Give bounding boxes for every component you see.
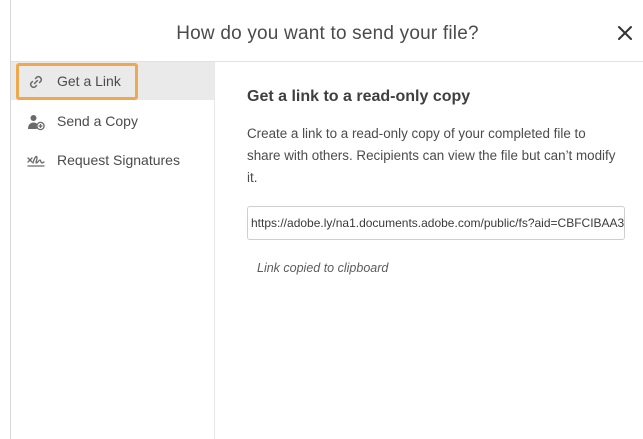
link-icon (27, 73, 45, 91)
send-file-dialog: How do you want to send your file? Get a… (10, 0, 643, 439)
close-icon (618, 26, 632, 40)
add-person-icon (27, 113, 45, 131)
sidebar-item-label: Get a Link (57, 73, 121, 89)
link-field[interactable] (247, 206, 625, 240)
sidebar: Get a Link Send a Copy Request Signature… (11, 62, 215, 439)
sidebar-item-get-a-link[interactable]: Get a Link (11, 62, 214, 100)
signature-icon (27, 152, 45, 170)
close-button[interactable] (616, 24, 634, 42)
copied-message: Link copied to clipboard (257, 261, 389, 275)
sidebar-item-request-signatures[interactable]: Request Signatures (11, 141, 214, 179)
content-title: Get a link to a read-only copy (247, 88, 471, 105)
sidebar-item-send-a-copy[interactable]: Send a Copy (11, 102, 214, 140)
dialog-header: How do you want to send your file? (11, 0, 643, 62)
dialog-title: How do you want to send your file? (176, 23, 479, 44)
sidebar-item-label: Send a Copy (57, 113, 138, 129)
content-panel: Get a link to a read-only copy Create a … (225, 62, 643, 439)
content-description: Create a link to a read-only copy of you… (247, 126, 616, 185)
sidebar-item-label: Request Signatures (57, 152, 180, 168)
